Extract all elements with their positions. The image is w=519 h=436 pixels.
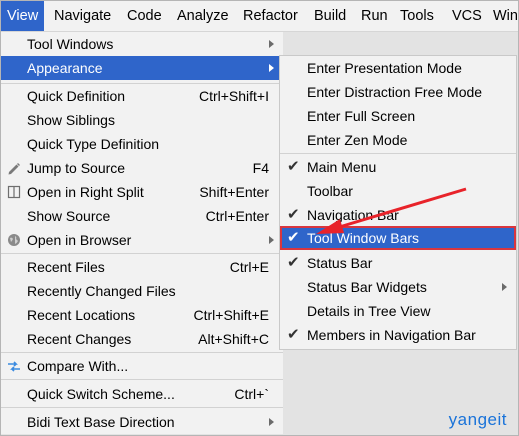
menu-item-label: Bidi Text Base Direction	[27, 414, 175, 430]
checkmark-icon: ✔	[287, 229, 300, 246]
menu-item-zen-mode[interactable]: Enter Zen Mode	[280, 128, 516, 152]
menu-item-shortcut: Ctrl+Enter	[205, 208, 269, 224]
menu-separator	[1, 407, 283, 408]
menu-item-label: Recent Changes	[27, 331, 132, 347]
menu-item-main-menu[interactable]: ✔ Main Menu	[280, 155, 516, 179]
globe-icon	[8, 234, 20, 246]
checkmark-icon: ✔	[287, 206, 300, 223]
menu-separator	[280, 153, 516, 154]
menu-item-status-bar-widgets[interactable]: Status Bar Widgets	[280, 275, 516, 299]
menu-item-shortcut: Shift+Enter	[199, 184, 269, 200]
menu-item-recently-changed-files[interactable]: Recently Changed Files	[1, 279, 283, 303]
menu-item-shortcut: Ctrl+Shift+I	[198, 88, 269, 104]
submenu-arrow-icon	[269, 40, 274, 48]
menu-item-shortcut: Ctrl+E	[229, 259, 269, 275]
menu-item-full-screen[interactable]: Enter Full Screen	[280, 104, 516, 128]
submenu-arrow-icon	[269, 64, 274, 72]
menu-item-compare-with[interactable]: Compare With...	[1, 354, 283, 378]
menu-item-jump-to-source[interactable]: Jump to Source F4	[1, 156, 283, 180]
split-view-icon	[7, 185, 21, 199]
menu-item-toolbar[interactable]: Toolbar	[280, 179, 516, 203]
menu-refactor[interactable]: Refactor	[237, 1, 304, 31]
compare-icon	[8, 361, 20, 372]
menu-item-label: Recently Changed Files	[27, 283, 176, 299]
menu-item-label: Quick Type Definition	[27, 136, 160, 152]
menu-code[interactable]: Code	[121, 1, 168, 31]
menu-item-appearance[interactable]: Appearance	[1, 56, 283, 80]
menu-item-bidi-text-direction[interactable]: Bidi Text Base Direction	[1, 410, 283, 434]
menu-item-label: Main Menu	[307, 159, 377, 175]
appearance-submenu: Enter Presentation Mode Enter Distractio…	[279, 55, 517, 350]
menu-item-label: Recent Files	[27, 259, 105, 275]
menu-item-recent-files[interactable]: Recent Files Ctrl+E	[1, 255, 283, 279]
menu-item-label: Show Source	[27, 208, 111, 224]
menubar: View Navigate Code Analyze Refactor Buil…	[1, 1, 518, 32]
menu-separator	[1, 352, 283, 353]
menu-item-label: Recent Locations	[27, 307, 136, 323]
menu-item-label: Enter Zen Mode	[307, 132, 408, 148]
menu-item-presentation-mode[interactable]: Enter Presentation Mode	[280, 56, 516, 80]
checkmark-icon: ✔	[287, 254, 300, 271]
menu-item-open-in-browser[interactable]: Open in Browser	[1, 228, 283, 252]
menu-item-label: Toolbar	[307, 183, 353, 199]
menu-item-show-siblings[interactable]: Show Siblings	[1, 108, 283, 132]
menu-view[interactable]: View	[1, 1, 45, 31]
menu-item-navigation-bar[interactable]: ✔ Navigation Bar	[280, 203, 516, 227]
menu-build[interactable]: Build	[308, 1, 352, 31]
view-menu: Tool Windows Appearance Quick Definition…	[1, 32, 283, 434]
submenu-arrow-icon	[502, 283, 507, 291]
menu-item-label: Details in Tree View	[307, 303, 431, 319]
checkmark-icon: ✔	[287, 158, 300, 175]
menu-item-label: Tool Window Bars	[307, 230, 420, 246]
submenu-arrow-icon	[269, 418, 274, 426]
menu-item-label: Quick Definition	[27, 88, 126, 104]
menu-item-label: Open in Browser	[27, 232, 132, 248]
menu-item-shortcut: Ctrl+Shift+E	[193, 307, 269, 323]
menu-item-shortcut: Alt+Shift+C	[198, 331, 269, 347]
menu-item-quick-switch-scheme[interactable]: Quick Switch Scheme... Ctrl+`	[1, 382, 283, 406]
menu-separator	[1, 253, 283, 254]
menu-item-show-source[interactable]: Show Source Ctrl+Enter	[1, 204, 283, 228]
menu-item-label: Status Bar Widgets	[307, 279, 427, 295]
menu-item-tool-windows[interactable]: Tool Windows	[1, 32, 283, 56]
watermark: yangeit	[448, 410, 507, 429]
menu-item-shortcut: Ctrl+`	[234, 386, 269, 402]
menu-item-recent-changes[interactable]: Recent Changes Alt+Shift+C	[1, 327, 283, 351]
menu-item-label: Show Siblings	[27, 112, 115, 128]
menu-item-label: Appearance	[27, 60, 103, 76]
menu-analyze[interactable]: Analyze	[171, 1, 235, 31]
menu-item-recent-locations[interactable]: Recent Locations Ctrl+Shift+E	[1, 303, 283, 327]
menu-item-quick-type-definition[interactable]: Quick Type Definition	[1, 132, 283, 156]
pencil-icon	[8, 163, 20, 175]
menu-item-shortcut: F4	[252, 160, 269, 176]
menu-item-label: Enter Full Screen	[307, 108, 416, 124]
menu-window[interactable]: Win	[487, 1, 519, 31]
menu-item-label: Status Bar	[307, 255, 373, 271]
menu-item-label: Navigation Bar	[307, 207, 399, 223]
menu-vcs[interactable]: VCS	[446, 1, 488, 31]
menu-item-label: Enter Distraction Free Mode	[307, 84, 483, 100]
checkmark-icon: ✔	[287, 326, 300, 343]
menu-item-label: Members in Navigation Bar	[307, 327, 476, 343]
menu-item-label: Enter Presentation Mode	[307, 60, 462, 76]
menu-item-distraction-free-mode[interactable]: Enter Distraction Free Mode	[280, 80, 516, 104]
menu-tools[interactable]: Tools	[394, 1, 440, 31]
menu-item-label: Open in Right Split	[27, 184, 144, 200]
menu-item-members-navigation-bar[interactable]: ✔ Members in Navigation Bar	[280, 323, 516, 347]
menu-item-label: Quick Switch Scheme...	[27, 386, 175, 402]
menu-item-status-bar[interactable]: ✔ Status Bar	[280, 251, 516, 275]
menu-navigate[interactable]: Navigate	[48, 1, 117, 31]
menu-item-tool-window-bars[interactable]: ✔ Tool Window Bars	[280, 226, 516, 250]
menu-item-label: Jump to Source	[27, 160, 126, 176]
menu-run[interactable]: Run	[355, 1, 394, 31]
menu-item-label: Tool Windows	[27, 36, 114, 52]
menu-item-details-tree-view[interactable]: Details in Tree View	[280, 299, 516, 323]
menu-item-quick-definition[interactable]: Quick Definition Ctrl+Shift+I	[1, 84, 283, 108]
menu-separator	[1, 379, 283, 380]
menu-item-label: Compare With...	[27, 358, 129, 374]
submenu-arrow-icon	[269, 236, 274, 244]
menu-item-open-right-split[interactable]: Open in Right Split Shift+Enter	[1, 180, 283, 204]
